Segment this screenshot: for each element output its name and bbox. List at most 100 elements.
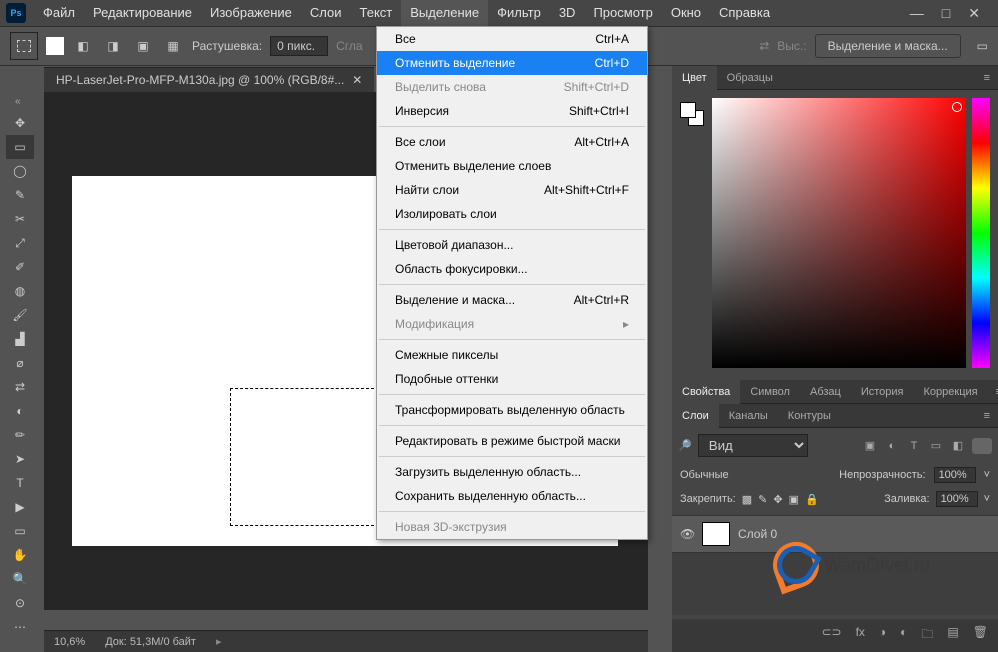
- menu-item[interactable]: Найти слоиAlt+Shift+Ctrl+F: [377, 178, 647, 202]
- fill-input[interactable]: 100%: [936, 491, 978, 507]
- color-field[interactable]: [712, 98, 966, 368]
- filter-type-icon[interactable]: T: [906, 438, 922, 454]
- chevron-down-icon[interactable]: ˅: [984, 469, 990, 481]
- tab-history[interactable]: История: [851, 380, 914, 404]
- selection-add-icon[interactable]: ◨: [102, 35, 124, 57]
- tool-16[interactable]: ▶: [6, 495, 34, 519]
- menu-изображение[interactable]: Изображение: [201, 0, 301, 26]
- tool-9[interactable]: ▟: [6, 327, 34, 351]
- menu-item[interactable]: Трансформировать выделенную область: [377, 398, 647, 422]
- tool-13[interactable]: ✏: [6, 423, 34, 447]
- menu-item[interactable]: Все слоиAlt+Ctrl+A: [377, 130, 647, 154]
- menu-item[interactable]: Смежные пикселы: [377, 343, 647, 367]
- select-and-mask-button[interactable]: Выделение и маска...: [815, 34, 961, 58]
- menu-item[interactable]: Отменить выделение слоев: [377, 154, 647, 178]
- tool-19[interactable]: 🔍: [6, 567, 34, 591]
- tab-properties[interactable]: Свойства: [672, 380, 740, 404]
- menu-справка[interactable]: Справка: [710, 0, 779, 26]
- chevron-down-icon[interactable]: ˅: [984, 493, 990, 505]
- menu-item[interactable]: Область фокусировки...: [377, 257, 647, 281]
- menu-item[interactable]: ИнверсияShift+Ctrl+I: [377, 99, 647, 123]
- menu-окно[interactable]: Окно: [662, 0, 710, 26]
- menu-item[interactable]: Редактировать в режиме быстрой маски: [377, 429, 647, 453]
- status-zoom[interactable]: 10,6%: [54, 636, 85, 648]
- delete-layer-icon[interactable]: 🗑: [973, 625, 988, 646]
- toolbar-toggle[interactable]: «: [15, 96, 25, 107]
- tool-3[interactable]: ✎: [6, 183, 34, 207]
- menu-файл[interactable]: Файл: [34, 0, 84, 26]
- panel-menu-icon[interactable]: ≡: [976, 410, 998, 422]
- lock-artboard-icon[interactable]: ▣: [789, 493, 799, 506]
- menu-item[interactable]: Подобные оттенки: [377, 367, 647, 391]
- tool-14[interactable]: ➤: [6, 447, 34, 471]
- lock-all-icon[interactable]: 🔒: [805, 493, 819, 506]
- tab-paragraph[interactable]: Абзац: [800, 380, 851, 404]
- tool-11[interactable]: ⇄: [6, 375, 34, 399]
- menu-редактирование[interactable]: Редактирование: [84, 0, 201, 26]
- layer-fx-icon[interactable]: fx: [856, 625, 865, 646]
- tool-6[interactable]: ✐: [6, 255, 34, 279]
- switch-screen-icon[interactable]: ▭: [977, 39, 988, 53]
- search-icon[interactable]: 🔎: [678, 439, 692, 452]
- tab-channels[interactable]: Каналы: [719, 404, 778, 428]
- status-doc[interactable]: Док: 51,3M/0 байт: [105, 636, 196, 648]
- layer-thumbnail[interactable]: [702, 522, 730, 546]
- selection-subtract-icon[interactable]: ▣: [132, 35, 154, 57]
- menu-item[interactable]: Загрузить выделенную область...: [377, 460, 647, 484]
- group-icon[interactable]: 🗀: [921, 625, 933, 646]
- tab-adjustments[interactable]: Коррекция: [914, 380, 988, 404]
- menu-item[interactable]: Выделение и маска...Alt+Ctrl+R: [377, 288, 647, 312]
- window-maximize[interactable]: □: [942, 5, 950, 22]
- lock-pixels-icon[interactable]: ✎: [758, 493, 767, 506]
- tool-5[interactable]: ⤢: [6, 231, 34, 255]
- menu-слои[interactable]: Слои: [301, 0, 351, 26]
- tool-0[interactable]: ✥: [6, 111, 34, 135]
- swap-arrows-icon[interactable]: ⇄: [759, 39, 769, 53]
- layer-name[interactable]: Слой 0: [738, 527, 777, 541]
- tool-7[interactable]: ◍: [6, 279, 34, 303]
- menu-выделение[interactable]: Выделение: [401, 0, 488, 26]
- tool-17[interactable]: ▭: [6, 519, 34, 543]
- menu-item[interactable]: Изолировать слои: [377, 202, 647, 226]
- tab-swatches[interactable]: Образцы: [717, 66, 783, 90]
- visibility-icon[interactable]: 👁: [680, 527, 694, 541]
- tool-10[interactable]: ⌀: [6, 351, 34, 375]
- tool-21[interactable]: ⋯: [6, 615, 34, 639]
- layer-mask-icon[interactable]: ◑: [879, 625, 886, 646]
- menu-item[interactable]: Сохранить выделенную область...: [377, 484, 647, 508]
- panel-menu-icon[interactable]: ≡: [988, 386, 998, 398]
- tool-18[interactable]: ✋: [6, 543, 34, 567]
- window-close[interactable]: ✕: [968, 5, 980, 22]
- tool-12[interactable]: ◐: [6, 399, 34, 423]
- menu-3d[interactable]: 3D: [550, 0, 585, 26]
- panel-menu-icon[interactable]: ≡: [976, 72, 998, 84]
- filter-image-icon[interactable]: ▣: [862, 438, 878, 454]
- status-more-icon[interactable]: ▸: [216, 635, 222, 648]
- filter-adjust-icon[interactable]: ◐: [884, 438, 900, 454]
- document-tab[interactable]: HP-LaserJet-Pro-MFP-M130a.jpg @ 100% (RG…: [44, 67, 374, 92]
- menu-просмотр[interactable]: Просмотр: [584, 0, 661, 26]
- tool-20[interactable]: ⊙: [6, 591, 34, 615]
- selection-intersect-icon[interactable]: ▦: [162, 35, 184, 57]
- lock-transparency-icon[interactable]: ▩: [742, 493, 752, 506]
- tool-15[interactable]: T: [6, 471, 34, 495]
- filter-shape-icon[interactable]: ▭: [928, 438, 944, 454]
- opacity-input[interactable]: 100%: [934, 467, 976, 483]
- tab-paths[interactable]: Контуры: [778, 404, 841, 428]
- filter-smart-icon[interactable]: ◧: [950, 438, 966, 454]
- blend-mode-select[interactable]: Обычные: [680, 469, 729, 481]
- tool-2[interactable]: ◯: [6, 159, 34, 183]
- fg-bg-swatches[interactable]: [680, 102, 706, 128]
- foreground-swatch[interactable]: [46, 37, 64, 55]
- window-minimize[interactable]: —: [910, 5, 924, 22]
- menu-текст[interactable]: Текст: [351, 0, 402, 26]
- menu-item[interactable]: Цветовой диапазон...: [377, 233, 647, 257]
- adjustment-layer-icon[interactable]: ◐: [900, 625, 907, 646]
- lock-position-icon[interactable]: ✥: [773, 493, 782, 506]
- new-layer-icon[interactable]: ▤: [947, 625, 958, 646]
- tool-4[interactable]: ✂: [6, 207, 34, 231]
- tool-8[interactable]: 🖌: [6, 303, 34, 327]
- tool-1[interactable]: ▭: [6, 135, 34, 159]
- close-tab-icon[interactable]: ✕: [352, 73, 362, 87]
- filter-kind-select[interactable]: Вид: [698, 434, 808, 457]
